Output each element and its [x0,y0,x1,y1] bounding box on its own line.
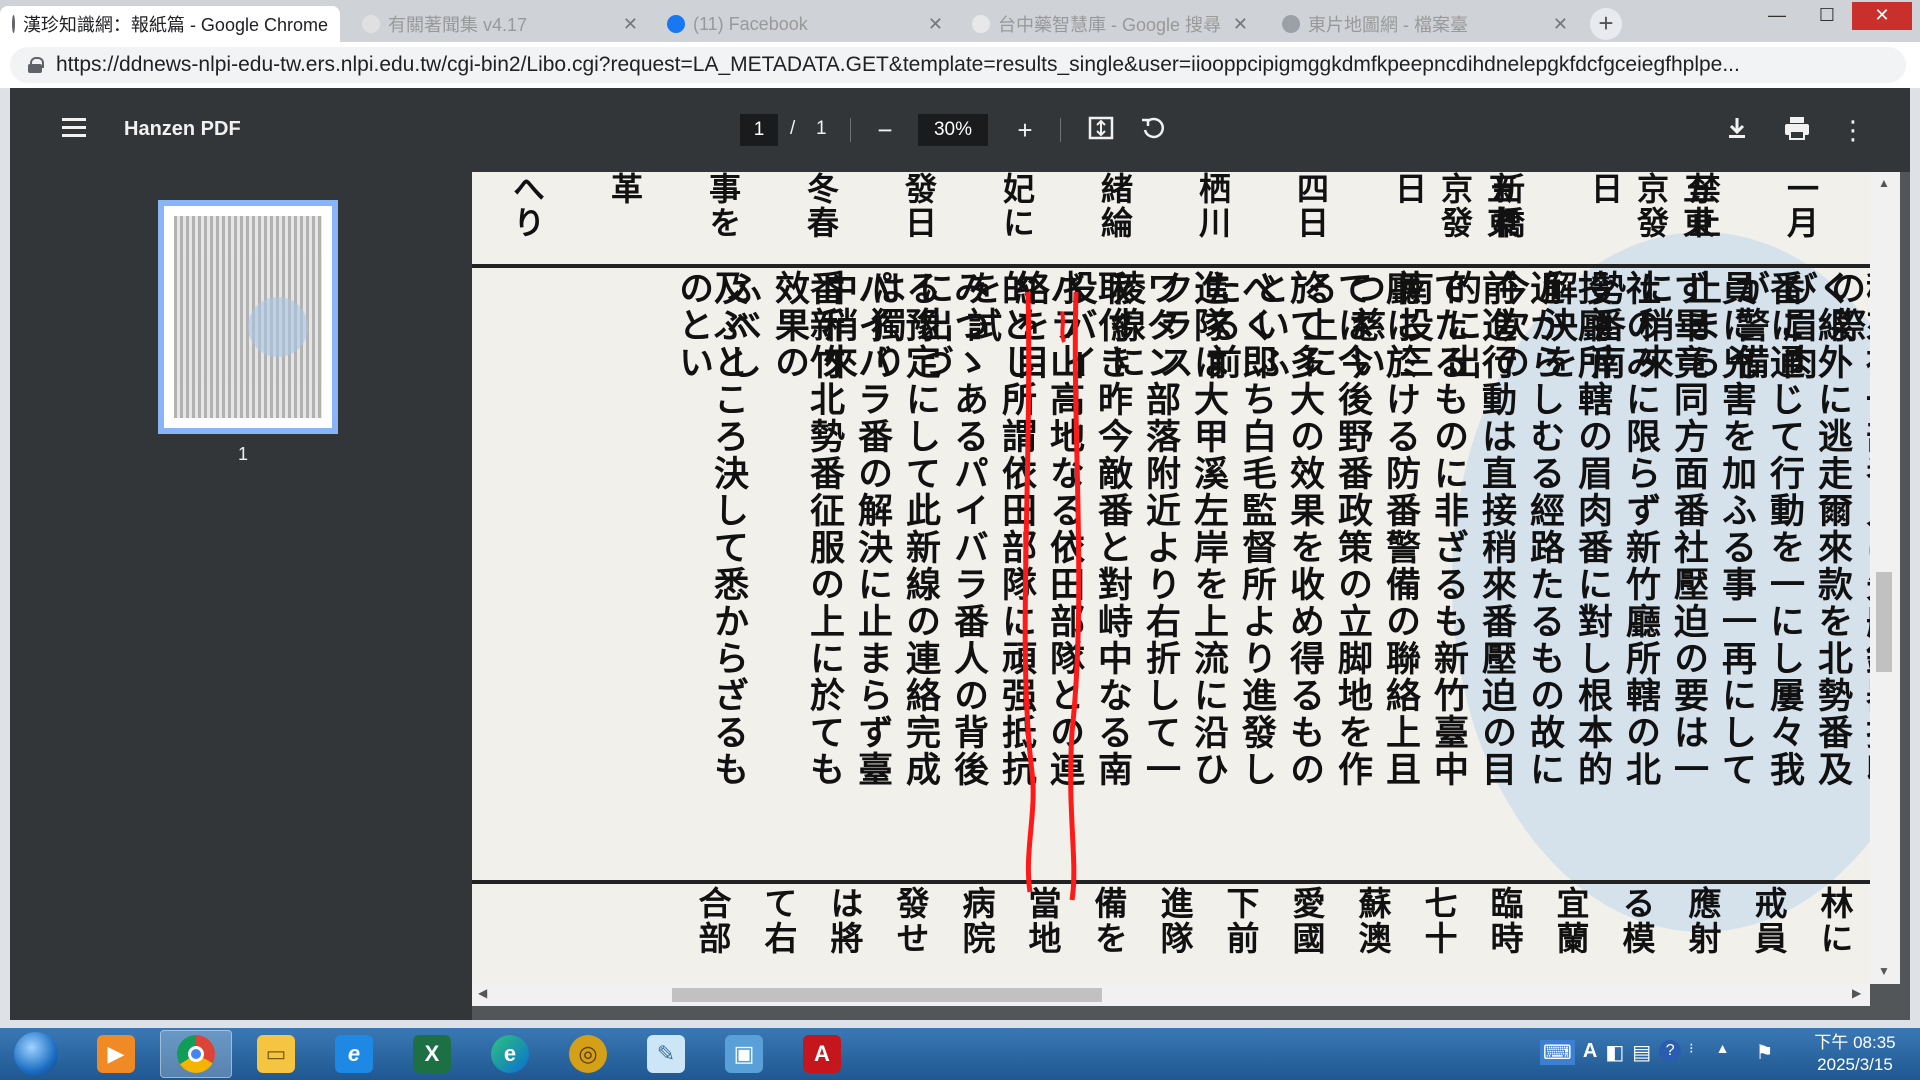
tab-close-icon[interactable]: ✕ [1553,14,1568,35]
window-controls: — ☐ ✕ [1752,2,1912,30]
toolbar-divider [850,118,851,142]
notepad-icon[interactable]: ✎ [630,1030,702,1078]
title-bar: 漢珍知識網：報紙篇 - Google Chrome 有關著聞集 v4.17 ✕ … [0,0,1920,42]
thumbnail-label: 1 [238,444,249,464]
maximize-button[interactable]: ☐ [1802,2,1852,30]
address-bar: https://ddnews-nlpi-edu-tw.ers.nlpi.edu.… [0,42,1920,88]
tab-title: 台中藥智慧庫 - Google 搜尋 [998,15,1222,35]
minimize-button[interactable]: — [1752,2,1802,30]
omnibox[interactable]: https://ddnews-nlpi-edu-tw.ers.nlpi.edu.… [10,47,1906,83]
tab-close-icon[interactable]: ✕ [1233,14,1248,35]
site-favicon-icon [1282,15,1300,33]
rotate-icon[interactable] [1136,114,1170,148]
file-explorer-icon[interactable]: ▭ [240,1030,312,1078]
more-options-icon[interactable]: ⋮ [1836,114,1870,148]
zoom-input[interactable]: 30% [918,114,988,146]
scroll-left-icon[interactable]: ◀ [478,986,487,1000]
ime-mode-icon[interactable]: ◧ [1605,1040,1624,1065]
excel-icon[interactable]: X [396,1030,468,1078]
zoom-out-icon[interactable]: − [868,114,902,148]
horizontal-scrollbar[interactable]: ◀ ▶ [472,984,1870,1006]
ime-icon[interactable]: ⌨ [1540,1040,1575,1065]
red-annotation [1022,291,1082,901]
chrome-window: 漢珍知識網：報紙篇 - Google Chrome 有關著聞集 v4.17 ✕ … [0,0,1920,1028]
tab-3[interactable]: (11) Facebook ✕ [655,6,955,42]
new-tab-button[interactable]: + [1590,8,1622,40]
tab-title: (11) Facebook [693,13,808,34]
print-icon[interactable] [1780,114,1814,148]
clock-date: 2025/3/15 [1817,1055,1893,1074]
ime-options-icon[interactable]: ⁝ [1689,1040,1693,1065]
help-icon[interactable]: ? [1659,1040,1682,1062]
pdf-viewer: Hanzen PDF 1 / 1 − 30% + ⋮ 1 一月 禁止 五東京發日… [10,88,1910,1020]
pdf-page: 一月禁止五東京發日新橋五東京發日四日栖川緒綸妃に發日冬春事を革へり 稍來社一部番… [472,172,1870,984]
lock-icon[interactable] [28,57,44,73]
clock[interactable]: 下午 08:35 2025/3/15 [1800,1032,1910,1076]
chrome-icon[interactable] [160,1030,232,1078]
tab-favicon-icon [362,15,380,33]
app-circle-icon[interactable]: ◎ [552,1030,624,1078]
toolbar-divider [1060,118,1061,142]
taskbar: ▶ ▭ e X e ◎ ✎ ▣ A ⌨ A ◧ ▤ ? ⁝ ▲ ⚑ 下午 08:… [0,1028,1920,1080]
media-player-icon[interactable]: ▶ [80,1030,152,1078]
action-center-flag-icon[interactable]: ⚑ [1755,1040,1773,1065]
page-total: 1 [816,118,827,139]
acrobat-icon[interactable]: A [786,1030,858,1078]
ime-pad-icon[interactable]: ▤ [1632,1040,1651,1065]
thumbnail-sidebar: 1 [10,172,472,1020]
system-tray: ⌨ A ◧ ▤ ? ⁝ ▲ ⚑ [1540,1040,1773,1065]
site-favicon-icon [12,15,15,33]
vertical-scroll-thumb[interactable] [1876,572,1892,672]
tab-title: 東片地圖網 - 檔案臺 [1308,15,1468,35]
tab-title: 有關著聞集 v4.17 [388,15,528,35]
edge-icon[interactable]: e [474,1030,546,1078]
scroll-down-icon[interactable]: ▼ [1878,964,1890,978]
pdf-title: Hanzen PDF [124,118,241,140]
tab-4[interactable]: 台中藥智慧庫 - Google 搜尋 ✕ [960,6,1260,42]
zoom-in-icon[interactable]: + [1008,114,1042,148]
tab-close-icon[interactable]: ✕ [623,14,638,35]
tab-close-icon[interactable]: ✕ [928,14,943,35]
scroll-up-icon[interactable]: ▲ [1878,176,1890,190]
facebook-icon [667,15,685,33]
language-indicator[interactable]: A [1583,1040,1597,1065]
scroll-right-icon[interactable]: ▶ [1852,986,1861,1000]
tab-2[interactable]: 有關著聞集 v4.17 ✕ [350,6,650,42]
vertical-scrollbar[interactable]: ▲ ▼ [1870,172,1900,984]
tab-title: 漢珍知識網：報紙篇 - Google Chrome [22,15,328,35]
download-icon[interactable] [1720,114,1754,148]
fit-page-icon[interactable] [1084,114,1118,148]
page-number-input[interactable]: 1 [740,114,778,146]
photo-viewer-icon[interactable]: ▣ [708,1030,780,1078]
url-text[interactable]: https://ddnews-nlpi-edu-tw.ers.nlpi.edu.… [56,53,1876,77]
pdf-toolbar: Hanzen PDF 1 / 1 − 30% + ⋮ [10,88,1910,172]
start-button[interactable] [14,1032,58,1076]
internet-explorer-icon[interactable]: e [318,1030,390,1078]
clock-time: 下午 08:35 [1814,1033,1896,1052]
page-separator: / [790,118,796,139]
tab-active[interactable]: 漢珍知識網：報紙篇 - Google Chrome [0,6,340,42]
close-window-button[interactable]: ✕ [1852,2,1912,30]
google-icon [972,15,990,33]
menu-icon[interactable] [62,118,86,138]
horizontal-scroll-thumb[interactable] [672,988,1102,1002]
page-thumbnail[interactable] [158,200,338,434]
tab-5[interactable]: 東片地圖網 - 檔案臺 ✕ [1270,6,1580,42]
show-hidden-icons-icon[interactable]: ▲ [1716,1040,1730,1065]
